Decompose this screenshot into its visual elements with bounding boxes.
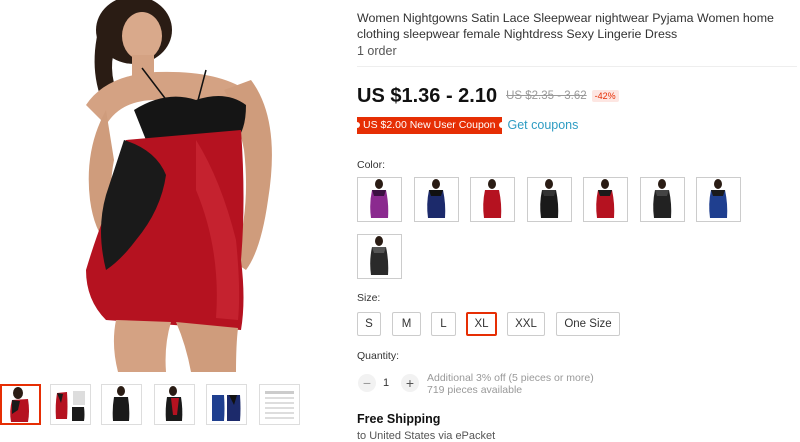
color-swatch-image <box>426 179 445 218</box>
thumbnail-image <box>2 386 39 423</box>
size-chart-image <box>260 385 299 424</box>
shipping-destination[interactable]: to United States via ePacket <box>357 430 495 442</box>
order-count: 1 order <box>357 44 397 58</box>
color-option-purple[interactable] <box>357 177 402 222</box>
color-swatch-image <box>370 236 389 275</box>
current-price: US $1.36 - 2.10 <box>357 84 498 107</box>
thumbnail-image <box>155 385 194 424</box>
coupon-row: US $2.00 New User Coupon Get coupons <box>354 116 579 134</box>
color-option-red[interactable] <box>470 177 515 222</box>
color-option-navy[interactable] <box>413 177 459 222</box>
size-option-l[interactable]: L <box>431 312 456 336</box>
thumbnail-size-chart[interactable] <box>259 384 300 425</box>
new-user-coupon-badge: US $2.00 New User Coupon <box>354 116 504 134</box>
color-option-red-black[interactable] <box>583 177 628 222</box>
free-shipping-title: Free Shipping <box>357 412 441 426</box>
original-price: US $2.35 - 3.62 <box>506 90 587 102</box>
thumbnail-image <box>51 385 90 424</box>
color-swatch-image <box>596 179 615 218</box>
thumbnail-5[interactable] <box>206 384 247 425</box>
quantity-label: Quantity: <box>357 350 400 362</box>
thumbnail-4[interactable] <box>154 384 195 425</box>
divider <box>357 66 797 67</box>
stock-available: 719 pieces available <box>427 384 523 396</box>
size-option-m[interactable]: M <box>392 312 421 336</box>
get-coupons-link[interactable]: Get coupons <box>508 118 579 132</box>
thumbnail-image <box>207 385 246 424</box>
color-swatch-image <box>483 179 502 218</box>
thumbnail-3[interactable] <box>101 384 142 425</box>
quantity-decrease-button[interactable]: − <box>358 374 376 392</box>
size-option-xxl[interactable]: XXL <box>507 312 545 336</box>
color-option-black-lace[interactable] <box>639 177 685 222</box>
color-swatch-image <box>709 179 728 218</box>
thumbnail-image <box>102 385 141 424</box>
bulk-discount-note: Additional 3% off (5 pieces or more) <box>427 372 594 384</box>
color-swatch-image <box>370 179 389 218</box>
product-title: Women Nightgowns Satin Lace Sleepwear ni… <box>357 11 774 41</box>
color-option-blue[interactable] <box>696 177 741 222</box>
color-option-black[interactable] <box>526 177 572 222</box>
color-swatch-image <box>652 179 671 218</box>
quantity-value[interactable]: 1 <box>383 374 389 392</box>
discount-badge: -42% <box>591 90 619 102</box>
size-label: Size: <box>357 292 381 304</box>
size-option-xl[interactable]: XL <box>466 312 497 336</box>
thumbnail-strip <box>0 384 320 429</box>
color-label: Color: <box>357 159 386 171</box>
size-option-s[interactable]: S <box>357 312 381 336</box>
quantity-increase-button[interactable]: + <box>401 374 419 392</box>
thumbnail-2[interactable] <box>50 384 91 425</box>
color-option-sheer-black[interactable] <box>357 234 402 279</box>
product-photo <box>46 0 324 372</box>
color-swatch-image <box>539 179 558 218</box>
thumbnail-1[interactable] <box>0 384 41 425</box>
main-product-image[interactable] <box>46 0 324 372</box>
price-row: US $1.36 - 2.10 US $2.35 - 3.62 -42% <box>357 84 619 108</box>
size-option-one-size[interactable]: One Size <box>556 312 620 336</box>
